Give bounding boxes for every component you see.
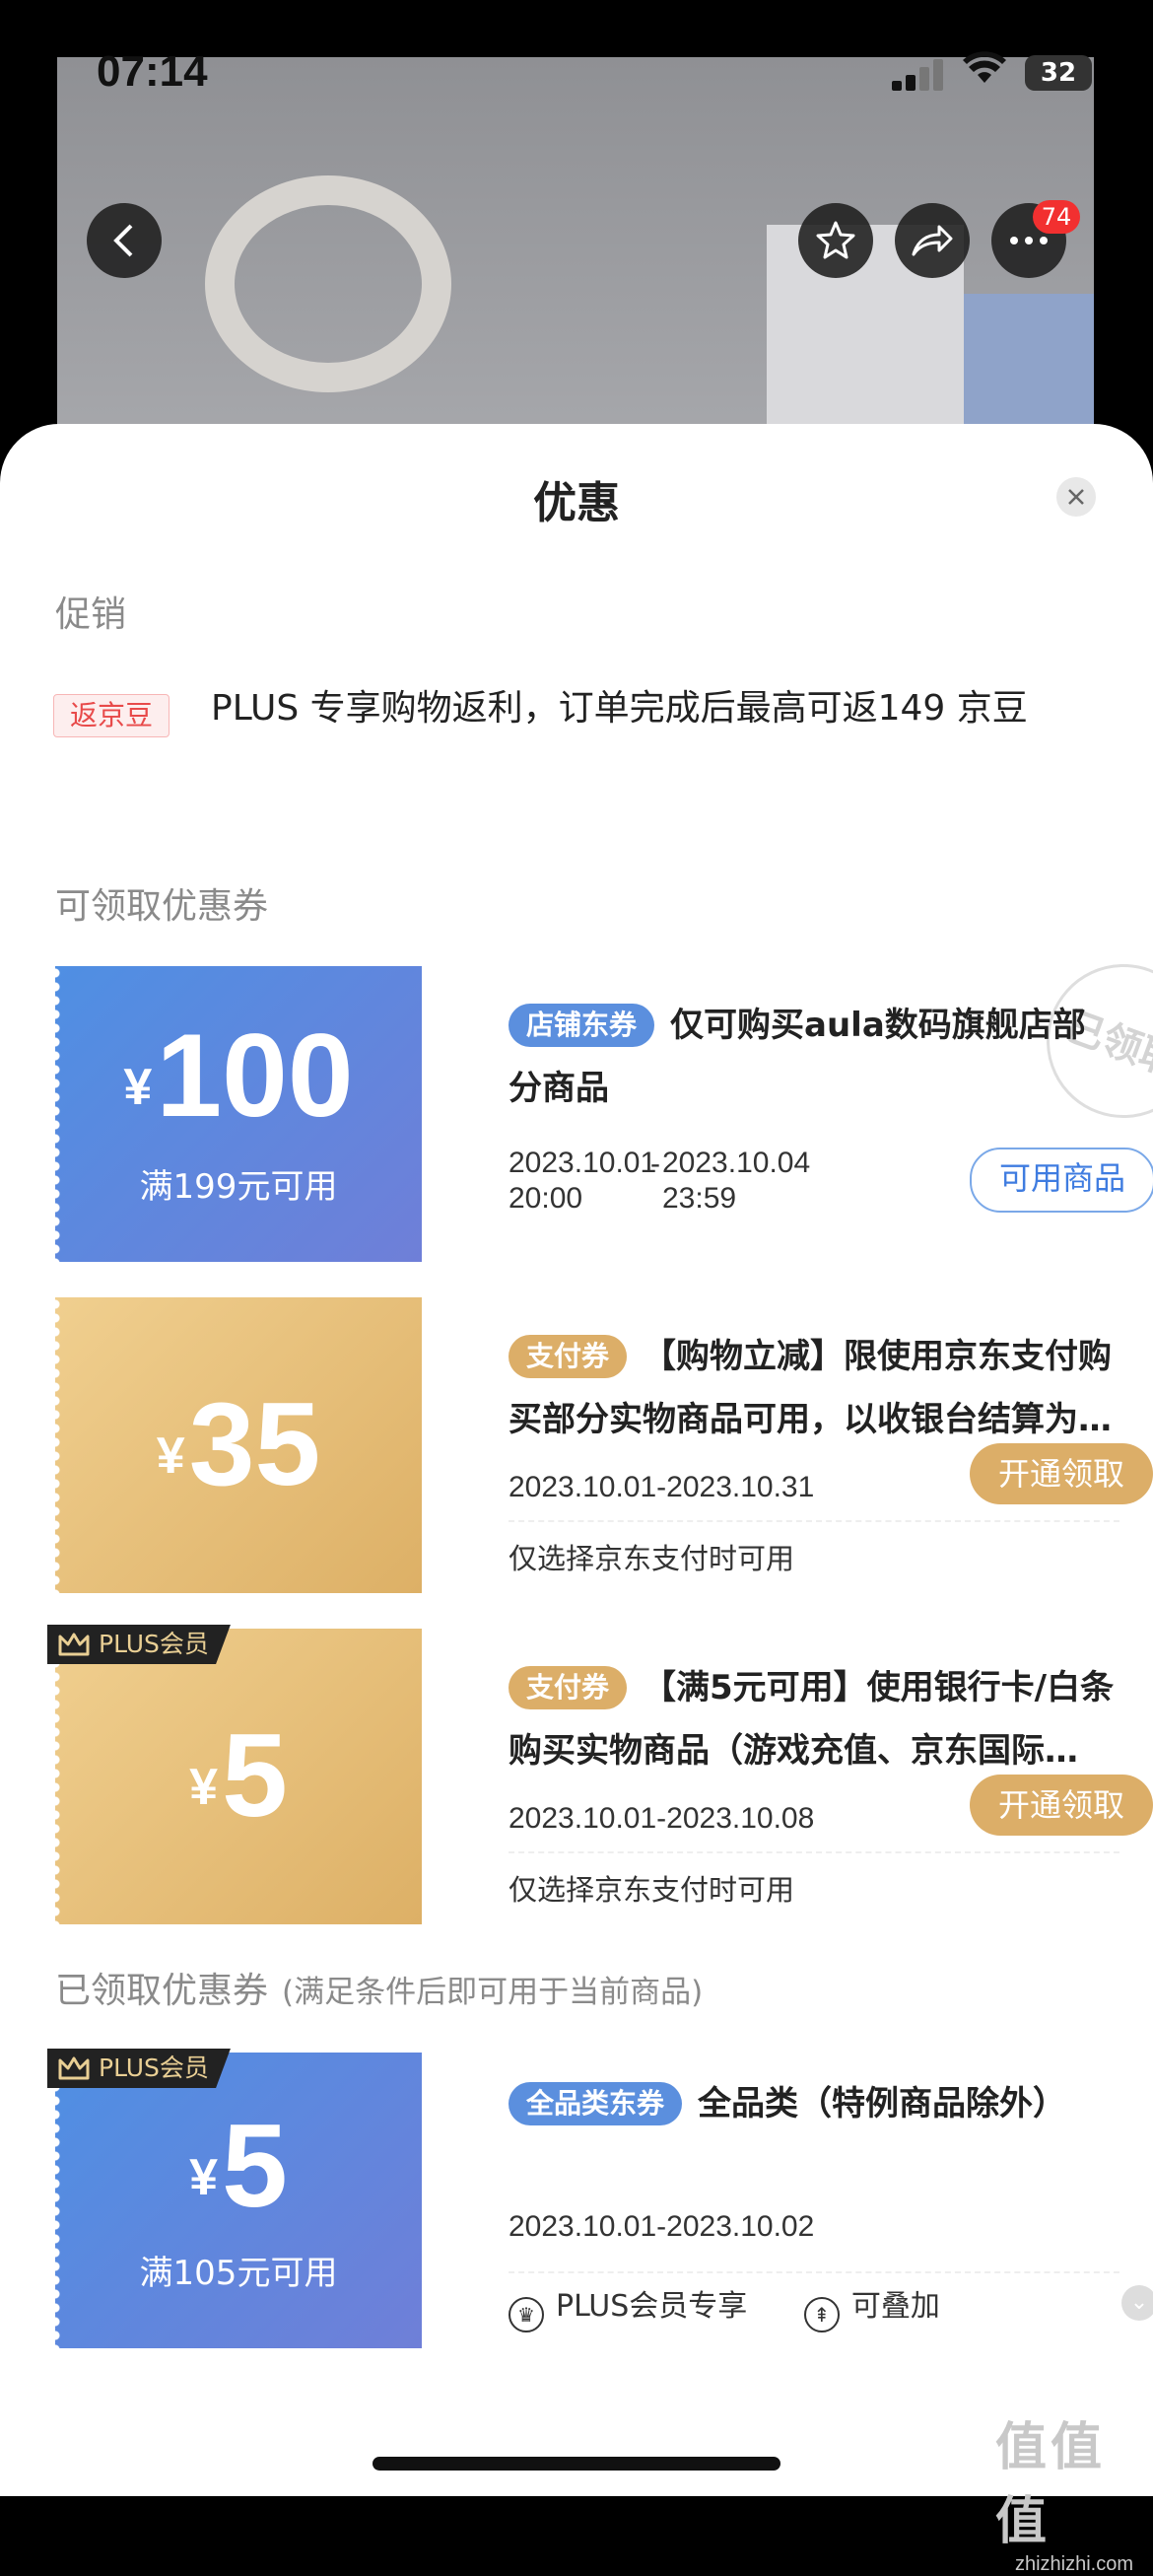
wifi-icon <box>963 51 1006 83</box>
plus-member-badge: PLUS会员 <box>47 1625 231 1664</box>
back-button[interactable] <box>87 203 162 278</box>
coupon-date: 2023.10.01-2023.10.02 <box>509 2210 815 2243</box>
coupon-tag: 支付券 <box>509 1335 628 1378</box>
activate-claim-button[interactable]: 开通领取 <box>970 1443 1153 1504</box>
coupon-amount: ¥5 <box>189 2100 288 2232</box>
more-icon <box>1010 237 1048 244</box>
plus-exclusive-label: PLUS会员专享 <box>556 2289 748 2324</box>
battery-icon: 32 <box>1025 55 1092 91</box>
coupon-value-panel: ¥5 <box>55 1629 422 1924</box>
crown-icon <box>58 2056 90 2080</box>
coupon-value-panel: ¥35 <box>55 1297 422 1593</box>
headphone-image <box>205 175 451 392</box>
coupon-value-panel: ¥100 满199元可用 <box>55 966 422 1262</box>
watermark-logo: 值值值 <box>995 2419 1107 2550</box>
jingdou-tag: 返京豆 <box>53 694 170 737</box>
coupon-value-panel: ¥5 满105元可用 <box>55 2053 422 2348</box>
coupon-condition: 满105元可用 <box>139 2254 338 2293</box>
share-button[interactable] <box>895 203 970 278</box>
chevron-left-icon <box>113 224 133 257</box>
sheet-title: 优惠 <box>533 478 620 528</box>
coupon-divider <box>509 1851 1119 1853</box>
stackable-label: 可叠加 <box>850 2289 940 2324</box>
coupon-tag: 支付券 <box>509 1666 628 1709</box>
status-bar: 07:14 32 <box>0 39 1153 108</box>
coupon-amount: ¥5 <box>189 1709 288 1842</box>
coupon-divider <box>509 1520 1119 1522</box>
coupon-info: 全品类东券 全品类（特例商品除外） 2023.10.01-2023.10.02 ♛… <box>422 2053 1153 2348</box>
home-indicator <box>373 2457 780 2471</box>
coupon-amount: ¥100 <box>123 1010 354 1142</box>
coupon-card: ¥5 满105元可用 PLUS会员 全品类东券 全品类（特例商品除外） 2023.… <box>47 2049 1153 2348</box>
available-products-button[interactable]: 可用商品 <box>970 1148 1153 1213</box>
coupon-note: 仅选择京东支付时可用 <box>509 1542 795 1575</box>
plus-member-badge: PLUS会员 <box>47 2049 231 2088</box>
coupon-note: 仅选择京东支付时可用 <box>509 1873 795 1907</box>
coupon-tag: 全品类东券 <box>509 2082 683 2125</box>
coupon-info: 支付券 【购物立减】限使用京东支付购买部分实物商品可用，以收银台结算为… 2023… <box>422 1297 1153 1593</box>
coupon-card: ¥100 满199元可用 已领取 店铺东券 仅可购买aula数码旗舰店部分商品 2… <box>55 942 1153 1262</box>
promotion-section-label: 促销 <box>55 594 127 635</box>
close-button[interactable] <box>1056 477 1096 517</box>
coupon-date: 2023.10.01-2023.10.08 <box>509 1802 815 1835</box>
close-icon <box>1068 489 1084 505</box>
coupon-card: ¥35 支付券 【购物立减】限使用京东支付购买部分实物商品可用，以收银台结算为… … <box>55 1297 1153 1593</box>
coupon-date-end: 2023.10.04 23:59 <box>662 1147 811 1215</box>
crown-circle-icon: ♛ <box>509 2297 544 2332</box>
coupon-date-separator: - <box>650 1148 660 1180</box>
expand-chevron-icon[interactable]: ⌄ <box>1121 2285 1153 2321</box>
notification-badge: 74 <box>1033 200 1080 234</box>
coupon-condition: 满199元可用 <box>139 1167 338 1207</box>
coupon-card: ¥5 PLUS会员 支付券 【满5元可用】使用银行卡/白条购买实物商品（游戏充值、… <box>47 1625 1153 1924</box>
promotion-text: PLUS 专享购物返利，订单完成后最高可返149 京豆 <box>211 688 1028 729</box>
activate-claim-button[interactable]: 开通领取 <box>970 1775 1153 1836</box>
coupon-features: ♛ PLUS会员专享 ⇞ 可叠加 <box>509 2281 940 2332</box>
received-coupons-note: (满足条件后即可用于当前商品) <box>282 1975 704 2010</box>
status-time: 07:14 <box>97 47 208 96</box>
coupon-description: 支付券 【购物立减】限使用京东支付购买部分实物商品可用，以收银台结算为… <box>509 1335 1113 1439</box>
coupon-description: 店铺东券 仅可购买aula数码旗舰店部分商品 <box>509 1004 1086 1108</box>
coupon-tag: 店铺东券 <box>509 1004 655 1047</box>
coupon-date: 2023.10.01-2023.10.31 <box>509 1471 815 1503</box>
coupon-date-start: 2023.10.01 20:00 <box>509 1147 657 1215</box>
share-icon <box>912 225 953 256</box>
watermark-site: zhizhizhi.com <box>1014 2553 1134 2575</box>
available-coupons-label: 可领取优惠券 <box>55 886 269 927</box>
coupon-divider <box>509 2271 1119 2273</box>
received-coupons-label: 已领取优惠券 (满足条件后即可用于当前商品) <box>55 1971 704 2011</box>
star-icon <box>816 221 855 259</box>
coupon-amount: ¥35 <box>156 1378 321 1510</box>
coupon-info: 已领取 店铺东券 仅可购买aula数码旗舰店部分商品 2023.10.01 20:… <box>422 942 1153 1262</box>
coupon-description: 全品类东券 全品类（特例商品除外） <box>509 2072 1116 2135</box>
crown-icon <box>58 1633 90 1656</box>
stackable-icon: ⇞ <box>803 2297 840 2332</box>
coupon-description: 支付券 【满5元可用】使用银行卡/白条购买实物商品（游戏充值、京东国际… <box>509 1666 1115 1771</box>
coupon-info: 支付券 【满5元可用】使用银行卡/白条购买实物商品（游戏充值、京东国际… 2023… <box>422 1629 1153 1924</box>
watermark: 值值值 zhizhizhi.com <box>995 2405 1153 2576</box>
signal-icon <box>892 57 949 91</box>
favorite-button[interactable] <box>798 203 873 278</box>
